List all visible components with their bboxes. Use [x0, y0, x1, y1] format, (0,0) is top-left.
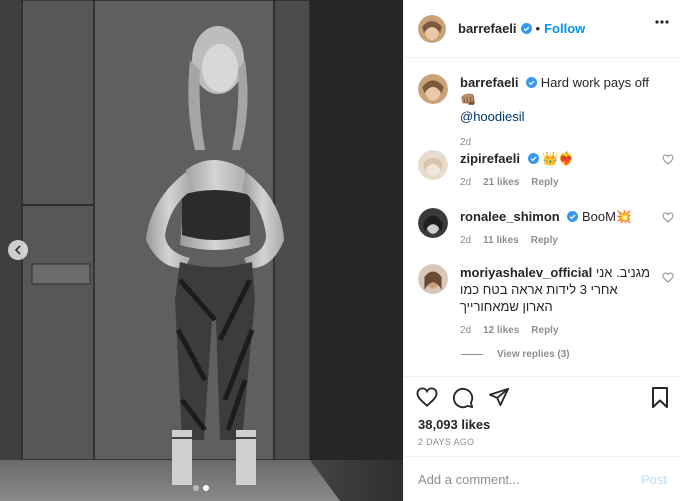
heart-icon[interactable]	[416, 387, 438, 407]
share-icon[interactable]	[488, 387, 510, 407]
post-photo	[0, 0, 403, 501]
reply-button[interactable]: Reply	[531, 177, 558, 188]
avatar[interactable]	[418, 74, 448, 104]
avatar-image	[418, 150, 448, 180]
more-options-icon[interactable]	[655, 20, 669, 24]
comment-text: 👑❤️‍🔥	[542, 151, 575, 166]
comment-time[interactable]: 2d	[460, 235, 471, 246]
avatar-image	[418, 14, 446, 43]
avatar-image	[418, 74, 448, 104]
caption-time[interactable]: 2d	[460, 137, 471, 148]
comment-input[interactable]	[418, 471, 641, 487]
caption-username[interactable]: barrefaeli	[460, 75, 519, 90]
comment-likes[interactable]: 12 likes	[483, 325, 519, 336]
instagram-post: barrefaeli • Follow barrefaeli Hard work…	[0, 0, 680, 501]
comment-username[interactable]: moriyashalev_official	[460, 265, 592, 280]
post-comment-button[interactable]: Post	[641, 472, 667, 487]
post-media[interactable]	[0, 0, 403, 501]
comment-username[interactable]: zipirefaeli	[460, 151, 520, 166]
post-header: barrefaeli • Follow	[404, 0, 680, 58]
comment-text: מגניב. אני	[595, 265, 651, 280]
comment-item: moriyashalev_official מגניב. אני אחרי 3 …	[418, 264, 674, 336]
post-actions: 38,093 likes 2 DAYS AGO	[404, 376, 680, 456]
comment-text-line-2: אחרי 3 לידות אראה בטח כמו	[460, 282, 618, 297]
bookmark-icon[interactable]	[651, 387, 669, 408]
heart-icon[interactable]	[662, 212, 674, 223]
likes-count[interactable]: 38,093 likes	[418, 417, 490, 432]
post-sidebar: barrefaeli • Follow barrefaeli Hard work…	[403, 0, 680, 501]
carousel-dot	[193, 485, 199, 491]
verified-badge-icon	[527, 153, 539, 164]
comment-item: ronalee_shimon BooM💥 2d 11 likes Reply	[418, 208, 674, 246]
comment-username[interactable]: ronalee_shimon	[460, 209, 560, 224]
verified-badge-icon	[567, 211, 579, 222]
header-user: barrefaeli • Follow	[458, 21, 585, 36]
reply-button[interactable]: Reply	[531, 325, 558, 336]
avatar-image	[418, 208, 448, 238]
view-replies-label: View replies (3)	[497, 349, 570, 360]
comment-item: zipirefaeli 👑❤️‍🔥 2d 21 likes Reply	[418, 150, 674, 188]
chevron-left-icon	[14, 245, 21, 255]
heart-icon[interactable]	[662, 272, 674, 283]
avatar[interactable]	[418, 264, 448, 294]
comment-time[interactable]: 2d	[460, 325, 471, 336]
divider-line	[461, 354, 483, 355]
avatar[interactable]	[418, 150, 448, 180]
post-date[interactable]: 2 DAYS AGO	[418, 437, 474, 447]
reply-button[interactable]: Reply	[531, 235, 558, 246]
comment-likes[interactable]: 21 likes	[483, 177, 519, 188]
avatar[interactable]	[418, 14, 446, 43]
view-replies-button[interactable]: View replies (3)	[461, 349, 570, 360]
verified-badge-icon	[526, 77, 538, 88]
carousel-indicator	[193, 485, 209, 491]
verified-badge-icon	[520, 23, 532, 34]
separator-dot: •	[535, 21, 541, 36]
follow-button[interactable]: Follow	[544, 21, 585, 36]
comment-text-line-3: הארון שמאחורייך	[460, 299, 553, 314]
carousel-prev-button[interactable]	[8, 240, 28, 260]
comment-time[interactable]: 2d	[460, 177, 471, 188]
mention-link[interactable]: @hoodiesil	[460, 109, 525, 124]
header-username[interactable]: barrefaeli	[458, 21, 517, 36]
comment-icon[interactable]	[452, 387, 474, 409]
avatar-image	[418, 264, 448, 294]
comment-text: BooM💥	[581, 209, 633, 224]
avatar[interactable]	[418, 208, 448, 238]
add-comment-bar: Post	[404, 456, 680, 501]
caption: barrefaeli Hard work pays off 👊🏽 @hoodie…	[418, 74, 668, 148]
comment-likes[interactable]: 11 likes	[483, 235, 519, 246]
heart-icon[interactable]	[662, 154, 674, 165]
carousel-dot-active	[203, 485, 209, 491]
